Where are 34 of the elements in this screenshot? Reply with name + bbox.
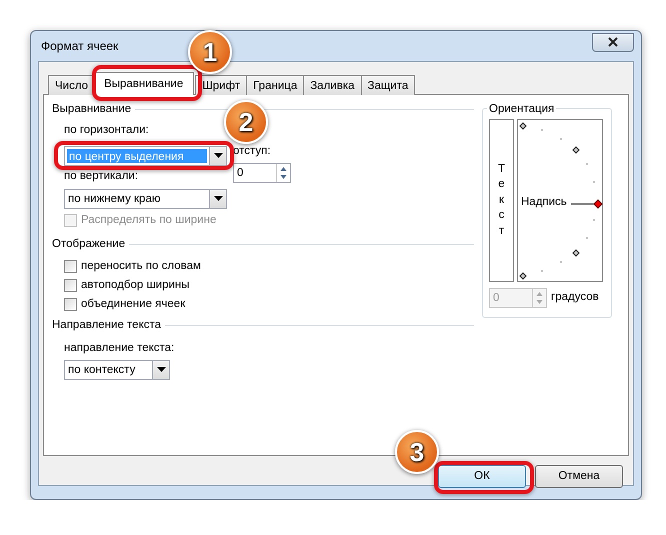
checkbox-label: Распределять по ширине bbox=[81, 213, 216, 228]
dialog-button[interactable]: Отмена bbox=[535, 465, 623, 488]
section-title: Выравнивание bbox=[52, 102, 132, 117]
tab[interactable]: Шрифт bbox=[195, 75, 248, 95]
window-title: Формат ячеек bbox=[41, 38, 118, 55]
field-label: направление текста: bbox=[64, 342, 174, 354]
tab[interactable]: Защита bbox=[360, 75, 416, 95]
field-label: градусов bbox=[551, 290, 599, 306]
field-label: по вертикали: bbox=[64, 170, 138, 182]
indent-spinbox[interactable]: 0 bbox=[233, 162, 291, 183]
vertical-text-box[interactable]: Текст bbox=[489, 119, 514, 282]
checkbox-label: переносить по словам bbox=[81, 259, 201, 274]
section-title: Отображение bbox=[52, 237, 126, 252]
dialog-button[interactable]: ОК bbox=[438, 465, 526, 488]
vertical-text: Текст bbox=[496, 162, 506, 239]
checkbox-label: автоподбор ширины bbox=[81, 278, 190, 294]
tab[interactable]: Выравнивание bbox=[93, 72, 194, 95]
dropdown-arrow-icon bbox=[214, 153, 222, 158]
close-icon bbox=[608, 37, 618, 47]
tab[interactable]: Заливка bbox=[303, 75, 362, 95]
section-title: Направление текста bbox=[52, 318, 162, 334]
orientation-dial[interactable]: Надпись bbox=[517, 119, 603, 282]
checkbox[interactable] bbox=[64, 279, 77, 292]
checkbox[interactable] bbox=[64, 260, 77, 274]
checkbox[interactable] bbox=[64, 298, 77, 312]
vertical-dropdown[interactable]: по нижнему краю bbox=[64, 188, 227, 208]
orientation-label: Надпись bbox=[521, 195, 567, 210]
dropdown-arrow-icon bbox=[156, 367, 166, 372]
checkbox-label: объединение ячеек bbox=[81, 297, 186, 312]
dropdown-arrow-icon bbox=[214, 196, 222, 201]
field-label: по горизонтали: bbox=[64, 124, 149, 136]
tab[interactable]: Граница bbox=[246, 75, 304, 95]
direction-dropdown[interactable]: по контексту bbox=[64, 360, 170, 380]
close-button[interactable] bbox=[592, 32, 634, 52]
